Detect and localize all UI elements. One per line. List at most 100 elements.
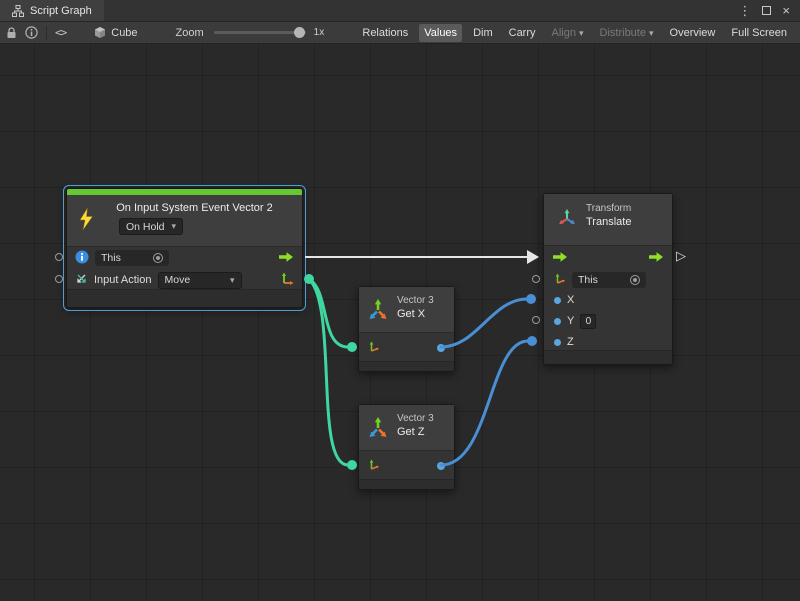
event-node-header: On Input System Event Vector 2 On Hold ▾ — [67, 195, 302, 247]
dim-button[interactable]: Dim — [468, 24, 498, 42]
vector3-icon — [367, 416, 389, 441]
info-icon[interactable] — [25, 26, 38, 39]
getz-input-port[interactable] — [347, 460, 357, 470]
translate-node-footer — [544, 350, 672, 364]
mini-axes-icon — [368, 341, 380, 356]
event-mode-dropdown[interactable]: On Hold ▾ — [119, 218, 183, 235]
window-titlebar: Script Graph ⋮ × — [0, 0, 800, 22]
translate-this-input-port[interactable] — [532, 275, 540, 283]
menu-icon[interactable]: ⋮ — [738, 4, 751, 17]
translate-node-header: Transform Translate — [544, 194, 672, 246]
event-this-object-field[interactable]: This — [95, 250, 169, 266]
getx-name-label: Get X — [397, 307, 434, 321]
x-port-label: X — [567, 294, 574, 306]
mini-axes-icon — [368, 459, 380, 474]
y-value-field[interactable]: 0 — [580, 314, 596, 329]
event-vector2-output-port[interactable] — [304, 274, 314, 284]
graph-target-label: Cube — [111, 27, 137, 39]
translate-this-object-field[interactable]: This — [572, 272, 646, 288]
toolbar-separator — [46, 26, 47, 40]
vector2-output-icon[interactable] — [281, 272, 294, 288]
getz-node-footer — [359, 479, 454, 489]
node-get-x[interactable]: Vector 3 Get X — [358, 286, 455, 372]
input-action-label: Input Action — [94, 274, 152, 286]
overview-button[interactable]: Overview — [665, 24, 721, 42]
event-node-title: On Input System Event Vector 2 — [67, 195, 302, 214]
lock-icon[interactable] — [6, 27, 17, 39]
chevron-down-icon: ▾ — [579, 28, 584, 38]
maximize-icon[interactable] — [762, 6, 771, 15]
window-controls: ⋮ × — [738, 0, 800, 21]
event-this-row: This — [67, 247, 302, 269]
translate-z-row: Z — [544, 332, 672, 352]
relations-button[interactable]: Relations — [357, 24, 413, 42]
getx-port-row — [359, 333, 454, 363]
translate-this-row: This — [544, 270, 672, 290]
zoom-slider[interactable] — [214, 31, 306, 34]
chevron-down-icon: ▾ — [649, 28, 654, 38]
getx-node-header: Vector 3 Get X — [359, 287, 454, 333]
fullscreen-button[interactable]: Full Screen — [726, 24, 792, 42]
translate-category-label: Transform — [586, 203, 631, 215]
chevron-down-icon: ▾ — [230, 275, 235, 286]
node-get-z[interactable]: Vector 3 Get Z — [358, 404, 455, 490]
info-circle-icon — [75, 250, 89, 267]
getx-node-footer — [359, 361, 454, 371]
translate-name-label: Translate — [586, 215, 631, 229]
zoom-slider-handle[interactable] — [294, 27, 305, 38]
distribute-dropdown-button[interactable]: Distribute▾ — [595, 24, 659, 42]
flow-output-arrow-icon[interactable] — [278, 251, 294, 266]
translate-y-input-port[interactable] — [532, 316, 540, 324]
carry-button[interactable]: Carry — [504, 24, 541, 42]
event-input-action-row: Input Action Move ▾ — [67, 269, 302, 291]
input-action-icon — [75, 272, 88, 288]
tab-script-graph[interactable]: Script Graph — [0, 0, 104, 21]
wire-vector2-to-getx[interactable] — [309, 279, 348, 347]
zoom-label: Zoom — [176, 27, 204, 39]
flow-input-arrow-icon[interactable] — [552, 251, 568, 266]
wire-flow-arrowhead-icon — [527, 250, 539, 264]
y-port-label: Y — [567, 315, 574, 327]
cube-icon — [94, 26, 106, 39]
flow-output-arrow-icon[interactable] — [648, 251, 664, 266]
transform-icon — [557, 208, 577, 231]
input-action-dropdown[interactable]: Move ▾ — [158, 272, 242, 289]
getz-category-label: Vector 3 — [397, 413, 434, 425]
event-action-input-port[interactable] — [55, 275, 63, 283]
translate-y-row: Y 0 — [544, 310, 672, 332]
z-port-label: Z — [567, 336, 574, 348]
graph-toolbar: <> Cube Zoom 1x Relations Values Dim Car… — [0, 22, 800, 44]
code-view-icon[interactable]: <> — [55, 26, 66, 39]
getx-input-port[interactable] — [347, 342, 357, 352]
graph-target[interactable]: Cube — [94, 26, 137, 39]
x-input-dot-icon — [554, 297, 561, 304]
translate-z-input-port[interactable] — [527, 336, 537, 346]
wire-vector2-to-getz[interactable] — [309, 279, 348, 465]
chevron-down-icon: ▾ — [172, 221, 177, 232]
values-button[interactable]: Values — [419, 24, 462, 42]
getx-output-port[interactable] — [437, 344, 445, 352]
zoom-value: 1x — [314, 27, 325, 38]
object-picker-icon — [153, 253, 163, 263]
close-icon[interactable]: × — [782, 4, 790, 17]
event-node-footer — [67, 289, 302, 307]
lightning-bolt-icon — [77, 207, 95, 234]
getx-category-label: Vector 3 — [397, 295, 434, 307]
toolbar-buttons: Relations Values Dim Carry Align▾ Distri… — [357, 24, 794, 42]
getz-port-row — [359, 451, 454, 481]
getz-node-header: Vector 3 Get Z — [359, 405, 454, 451]
mini-axes-icon — [554, 273, 566, 288]
event-this-input-port[interactable] — [55, 253, 63, 261]
node-transform-translate[interactable]: Transform Translate This — [543, 193, 673, 365]
getz-output-port[interactable] — [437, 462, 445, 470]
object-picker-icon — [630, 275, 640, 285]
graph-canvas[interactable]: On Input System Event Vector 2 On Hold ▾… — [0, 44, 800, 601]
translate-x-input-port[interactable] — [526, 294, 536, 304]
tab-title: Script Graph — [30, 5, 92, 17]
align-dropdown-button[interactable]: Align▾ — [547, 24, 589, 42]
flow-continue-triangle-icon[interactable]: ▷ — [676, 249, 686, 262]
y-input-dot-icon — [554, 318, 561, 325]
getz-name-label: Get Z — [397, 425, 434, 439]
z-input-dot-icon — [554, 339, 561, 346]
node-on-input-system-event[interactable]: On Input System Event Vector 2 On Hold ▾… — [66, 188, 303, 308]
